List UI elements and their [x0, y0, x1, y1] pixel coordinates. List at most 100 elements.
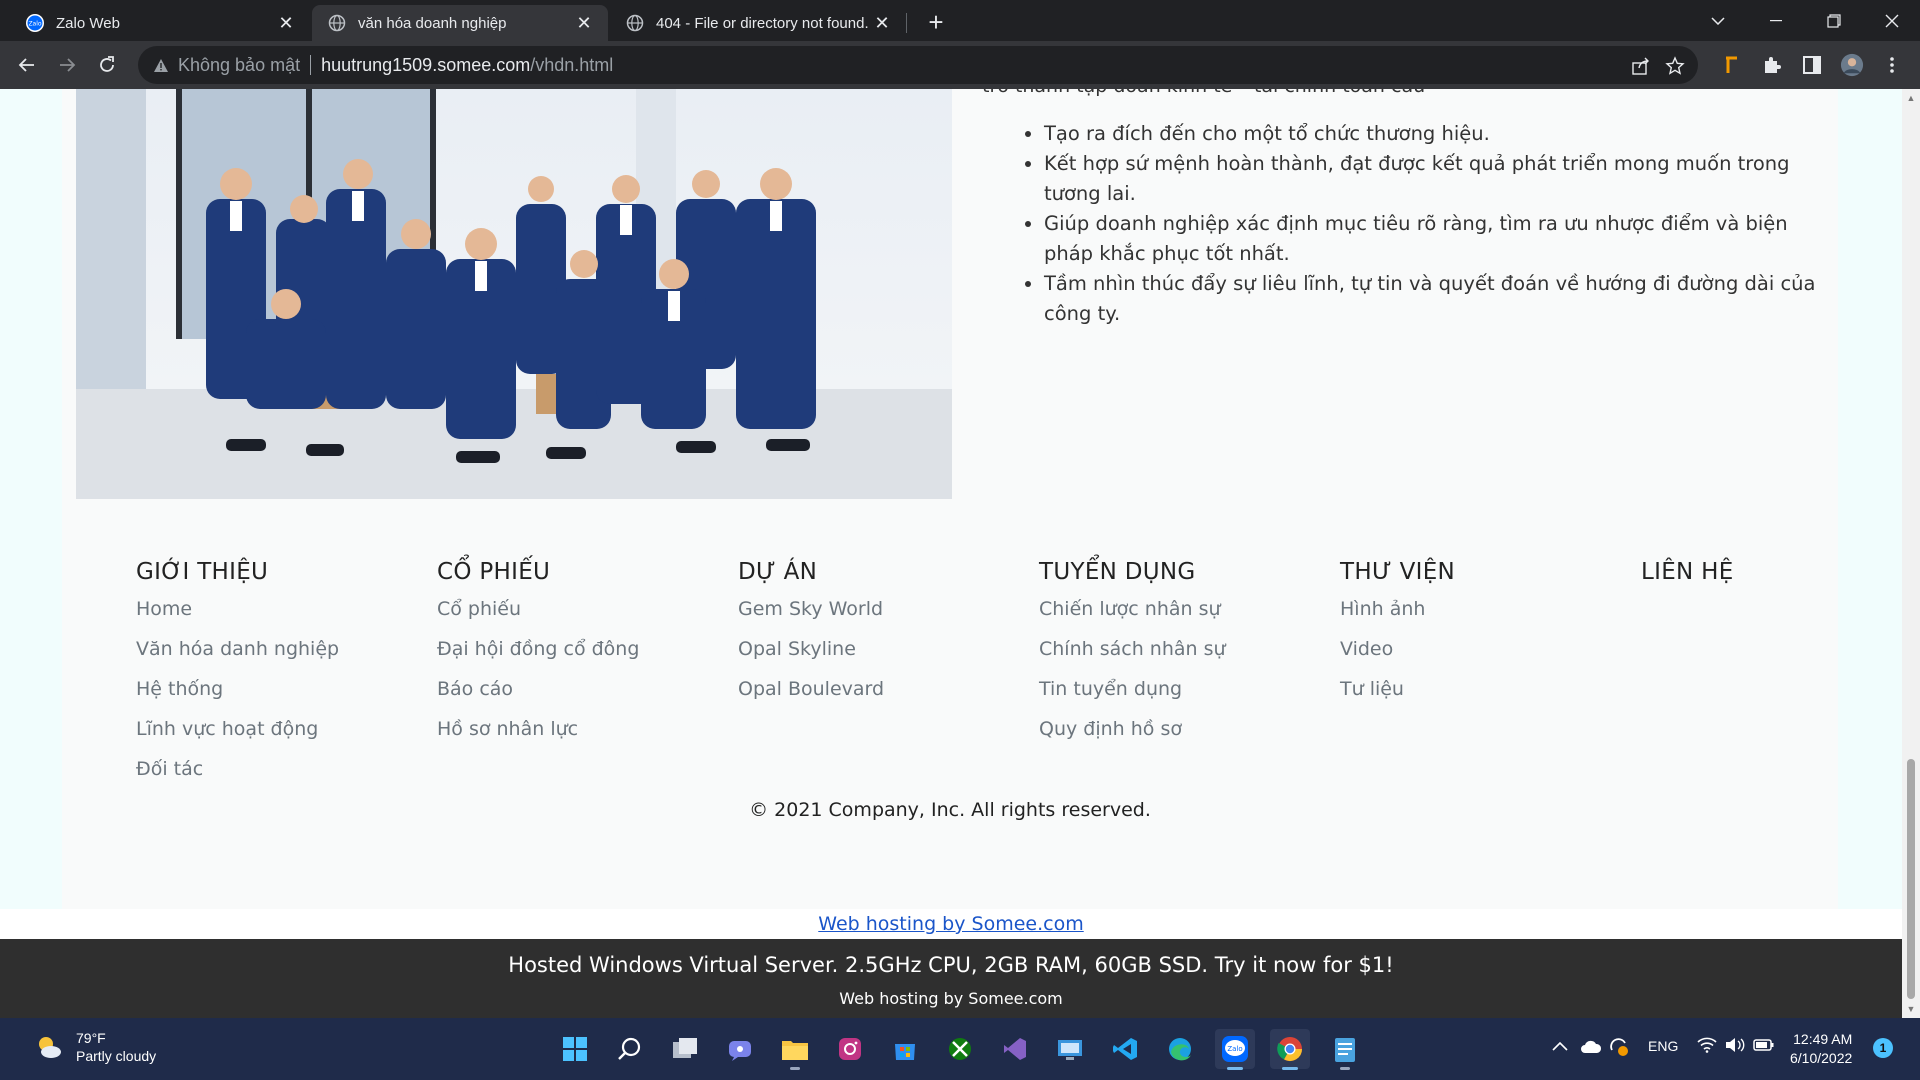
page-viewport: trở thành tập đoàn kinh tế – tài chính t…: [0, 89, 1902, 1018]
close-tab-icon[interactable]: ✕: [276, 13, 296, 33]
language-indicator[interactable]: ENG: [1648, 1038, 1678, 1054]
onedrive-cloud-icon[interactable]: [1580, 1040, 1602, 1057]
wifi-icon[interactable]: [1697, 1037, 1717, 1056]
close-tab-icon[interactable]: ✕: [574, 13, 594, 33]
zalo-icon[interactable]: Zalo: [1215, 1029, 1255, 1070]
footer-link-linh-vuc[interactable]: Lĩnh vực hoạt động: [136, 715, 416, 755]
weather-desc: Partly cloudy: [76, 1048, 157, 1064]
footer-link-quy-dinh[interactable]: Quy định hồ sơ: [1039, 715, 1319, 755]
footer-link-van-hoa[interactable]: Văn hóa danh nghiệp: [136, 635, 416, 675]
vscode-icon[interactable]: [1105, 1029, 1145, 1069]
instagram-icon[interactable]: [830, 1029, 870, 1069]
footer-col-tuyen-dung: TUYỂN DỤNG Chiến lược nhân sự Chính sách…: [1039, 559, 1319, 755]
notepad-icon[interactable]: [1325, 1029, 1365, 1070]
teams-chat-icon[interactable]: [720, 1029, 760, 1069]
globe-icon: [328, 14, 346, 32]
footer-heading: CỔ PHIẾU: [437, 559, 551, 585]
battery-icon[interactable]: [1753, 1037, 1775, 1056]
footer-col-thu-vien: THƯ VIỆN Hình ảnh Video Tư liệu: [1340, 559, 1620, 715]
footer-link-home[interactable]: Home: [136, 595, 416, 635]
somee-ad-text[interactable]: Hosted Windows Virtual Server. 2.5GHz CP…: [0, 953, 1902, 977]
somee-ad-banner[interactable]: Hosted Windows Virtual Server. 2.5GHz CP…: [0, 939, 1902, 1018]
footer-link-ho-so[interactable]: Hồ sơ nhân lực: [437, 715, 717, 755]
tab-404[interactable]: 404 - File or directory not found. ✕: [610, 5, 906, 41]
footer-link-tu-lieu[interactable]: Tư liệu: [1340, 675, 1620, 715]
vpn-sync-icon[interactable]: [1608, 1036, 1630, 1061]
warning-icon[interactable]: [152, 56, 170, 74]
footer-link-chinh-sach[interactable]: Chính sách nhân sự: [1039, 635, 1319, 675]
running-indicator: [1282, 1067, 1298, 1070]
footer-heading[interactable]: LIÊN HỆ: [1641, 559, 1821, 585]
list-item: Tạo ra đích đến cho một tổ chức thương h…: [1044, 119, 1832, 149]
remote-desktop-icon[interactable]: [1050, 1029, 1090, 1069]
more-menu-icon[interactable]: [1880, 53, 1904, 77]
restore-button[interactable]: [1806, 0, 1862, 41]
chrome-icon[interactable]: [1270, 1029, 1310, 1070]
back-button[interactable]: [11, 49, 43, 81]
show-hidden-icons-chevron-icon[interactable]: [1552, 1038, 1568, 1054]
minimize-button[interactable]: [1748, 0, 1804, 41]
footer-link-hinh-anh[interactable]: Hình ảnh: [1340, 595, 1620, 635]
running-indicator: [790, 1067, 800, 1070]
tab-title: Zalo Web: [56, 14, 120, 32]
close-window-button[interactable]: [1864, 0, 1920, 41]
security-label[interactable]: Không bảo mật: [178, 55, 300, 76]
svg-text:Zalo: Zalo: [28, 21, 41, 28]
system-clock[interactable]: 12:49 AM 6/10/2022: [1790, 1030, 1852, 1068]
footer-link-opal-skyline[interactable]: Opal Skyline: [738, 635, 1018, 675]
task-view-icon[interactable]: [665, 1029, 705, 1069]
list-item: Kết hợp sứ mệnh hoàn thành, đạt được kết…: [1044, 149, 1832, 209]
footer-link-video[interactable]: Video: [1340, 635, 1620, 675]
footer-link-chien-luoc[interactable]: Chiến lược nhân sự: [1039, 595, 1319, 635]
scrollbar-thumb[interactable]: [1907, 759, 1915, 999]
close-tab-icon[interactable]: ✕: [872, 13, 892, 33]
tab-search-chevron-icon[interactable]: [1690, 0, 1746, 41]
footer-link-opal-boulevard[interactable]: Opal Boulevard: [738, 675, 1018, 715]
scroll-down-arrow-icon[interactable]: ▼: [1906, 1004, 1916, 1014]
notification-badge[interactable]: 1: [1873, 1038, 1893, 1058]
reload-button[interactable]: [91, 49, 123, 81]
list-item: Tầm nhìn thúc đẩy sự liêu lĩnh, tự tin v…: [1044, 269, 1832, 329]
vision-bullet-list: Tạo ra đích đến cho một tổ chức thương h…: [1022, 119, 1832, 329]
scroll-up-arrow-icon[interactable]: ▲: [1906, 93, 1916, 103]
windows-start-icon[interactable]: [555, 1029, 595, 1069]
profile-avatar[interactable]: [1840, 53, 1864, 77]
omnibox-divider: [310, 55, 312, 75]
footer-heading: THƯ VIỆN: [1340, 559, 1456, 585]
tab-zalo-web[interactable]: Zalo Zalo Web ✕: [10, 5, 310, 41]
side-panel-icon[interactable]: [1800, 53, 1824, 77]
share-icon[interactable]: [1630, 55, 1652, 77]
microsoft-store-icon[interactable]: [885, 1029, 925, 1069]
footer-link-co-phieu[interactable]: Cổ phiếu: [437, 595, 717, 635]
new-tab-button[interactable]: +: [922, 8, 950, 36]
somee-small-text[interactable]: Web hosting by Somee.com: [0, 989, 1902, 1008]
clock-time: 12:49 AM: [1793, 1031, 1853, 1047]
browser-toolbar: Không bảo mật huutrung1509.somee.com/vhd…: [0, 41, 1920, 89]
page-scrollbar[interactable]: ▲ ▼: [1902, 89, 1920, 1018]
footer-link-dai-hoi[interactable]: Đại hội đồng cổ đông: [437, 635, 717, 675]
browser-tab-bar: Zalo Zalo Web ✕ văn hóa doanh nghiệp ✕ 4…: [0, 0, 1920, 41]
weather-widget[interactable]: 79°F Partly cloudy: [34, 1030, 156, 1064]
footer-link-tin-tuyen-dung[interactable]: Tin tuyển dụng: [1039, 675, 1319, 715]
somee-hosting-link[interactable]: Web hosting by Somee.com: [818, 913, 1083, 935]
extensions-puzzle-icon[interactable]: [1760, 53, 1784, 77]
tab-van-hoa-doanh-nghiep[interactable]: văn hóa doanh nghiệp ✕: [312, 5, 608, 41]
visual-studio-icon[interactable]: [995, 1029, 1035, 1069]
cut-off-text: trở thành tập đoàn kinh tế – tài chính t…: [982, 89, 1425, 97]
footer-link-doi-tac[interactable]: Đối tác: [136, 755, 416, 795]
forward-button[interactable]: [51, 49, 83, 81]
file-explorer-icon[interactable]: [775, 1029, 815, 1070]
partly-cloudy-icon: [39, 1037, 61, 1058]
footer-link-gem-sky-world[interactable]: Gem Sky World: [738, 595, 1018, 635]
footer-col-lien-he: LIÊN HỆ: [1641, 559, 1821, 595]
footer-link-he-thong[interactable]: Hệ thống: [136, 675, 416, 715]
xbox-icon[interactable]: [940, 1029, 980, 1069]
footer-link-bao-cao[interactable]: Báo cáo: [437, 675, 717, 715]
address-bar[interactable]: Không bảo mật huutrung1509.somee.com/vhd…: [138, 46, 1698, 84]
volume-icon[interactable]: [1725, 1037, 1745, 1056]
running-indicator: [1227, 1067, 1243, 1070]
extension-tag-icon[interactable]: [1720, 53, 1744, 77]
edge-icon[interactable]: [1160, 1029, 1200, 1069]
bookmark-star-icon[interactable]: [1664, 55, 1686, 77]
search-icon[interactable]: [610, 1029, 650, 1069]
